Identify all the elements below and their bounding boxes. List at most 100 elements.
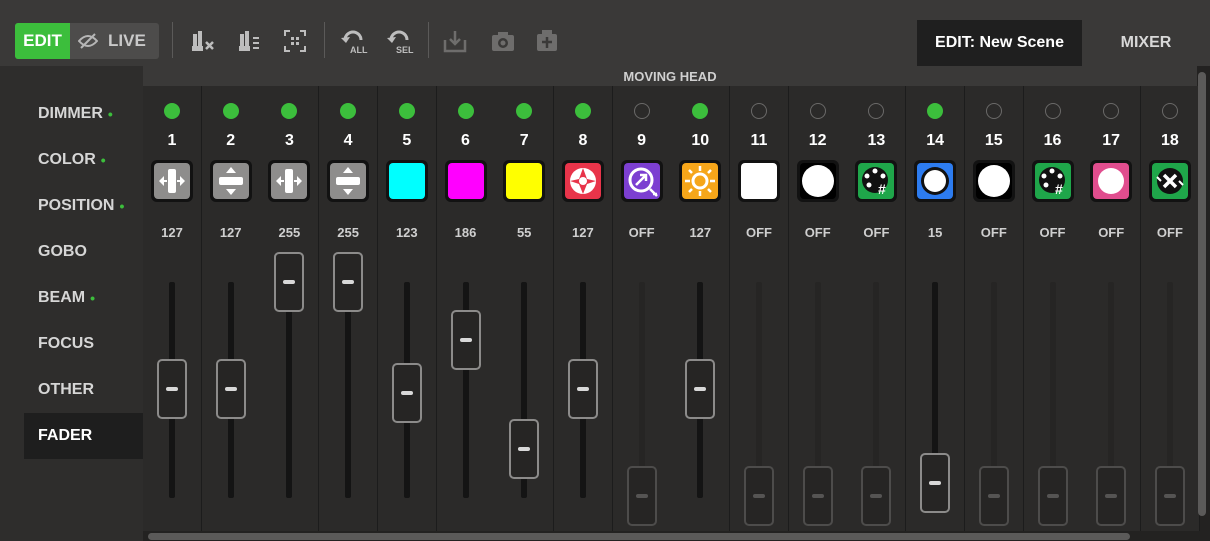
fader-handle[interactable] <box>567 359 598 419</box>
shutter-icon[interactable] <box>561 160 604 202</box>
reset-selected-icon[interactable]: SEL <box>383 26 419 56</box>
yellow-swatch-icon[interactable] <box>503 160 546 202</box>
fader-handle[interactable] <box>157 359 187 419</box>
channel-strip-17: 17 OFF <box>1082 86 1142 531</box>
channel-value: OFF <box>628 225 655 240</box>
pan-icon[interactable] <box>268 160 311 202</box>
color-wheel-icon[interactable] <box>914 160 957 202</box>
mode-toggle[interactable]: EDIT LIVE <box>15 23 159 59</box>
status-led-icon <box>164 103 180 119</box>
channel-strip-3: 3 255 <box>260 86 320 531</box>
channel-strip-11: 11 OFF <box>730 86 789 531</box>
channel-number: 4 <box>343 132 353 149</box>
tilt-fine-icon[interactable] <box>327 160 370 202</box>
cyan-swatch-icon[interactable] <box>385 160 428 202</box>
channel-strip-6: 6 186 <box>436 86 496 531</box>
channel-number: 7 <box>519 132 529 149</box>
hidden-eye-icon[interactable] <box>70 33 106 49</box>
channel-number: 5 <box>402 132 412 149</box>
pink-circle-icon[interactable] <box>1090 160 1133 202</box>
channel-value: 127 <box>219 225 242 240</box>
fader-handle[interactable] <box>333 252 364 312</box>
fader-handle[interactable] <box>978 466 1009 526</box>
channel-value: OFF <box>746 225 772 240</box>
gobo-rotate-icon[interactable] <box>1148 160 1191 202</box>
clear-selection-icon[interactable] <box>188 26 218 56</box>
channel-value: 127 <box>689 225 712 240</box>
snapshot-icon[interactable] <box>488 26 518 56</box>
palette-icon[interactable] <box>532 26 562 56</box>
sidebar-item-beam[interactable]: BEAM • <box>24 275 143 321</box>
pan-fine-icon[interactable] <box>151 160 193 202</box>
channel-strip-4: 4 255 <box>319 86 379 531</box>
sidebar-item-gobo[interactable]: GOBO <box>24 229 143 275</box>
sidebar-item-other[interactable]: OTHER <box>24 367 143 413</box>
sidebar-item-label: BEAM <box>38 289 86 306</box>
fader-handle[interactable] <box>450 309 481 370</box>
channel-value: OFF <box>1039 225 1066 240</box>
fader-track[interactable] <box>286 282 293 498</box>
fader-handle[interactable] <box>685 359 716 419</box>
fader-handle[interactable] <box>744 466 774 526</box>
attribute-sidebar: DIMMER • COLOR • POSITION • GOBO BEAM • FOCUS OTHE… <box>8 66 143 541</box>
channel-number: 13 <box>867 132 886 149</box>
zoom-icon[interactable] <box>620 160 663 202</box>
gobo-wheel-icon[interactable]: # <box>855 160 898 202</box>
active-dot-icon: • <box>107 106 113 122</box>
sidebar-item-label: POSITION <box>38 197 115 214</box>
fader-handle[interactable] <box>920 453 951 514</box>
sidebar-item-dimmer[interactable]: DIMMER • <box>24 91 143 137</box>
fader-handle[interactable] <box>1037 466 1068 526</box>
fader-handle[interactable] <box>626 466 657 526</box>
status-led-icon <box>398 103 415 119</box>
fader-handle[interactable] <box>1096 466 1127 526</box>
fader-track[interactable] <box>345 282 352 498</box>
white-circle-icon[interactable] <box>972 160 1015 202</box>
sidebar-item-label: OTHER <box>38 381 94 398</box>
white-swatch-icon[interactable] <box>738 160 780 202</box>
status-led-icon <box>516 103 533 119</box>
status-led-icon <box>927 103 944 119</box>
tab-edit-scene[interactable]: EDIT: New Scene <box>917 20 1082 66</box>
dimmer-sun-icon[interactable] <box>679 160 722 202</box>
channel-strip-1: 1 127 <box>143 86 202 531</box>
sidebar-item-color[interactable]: COLOR • <box>24 137 143 183</box>
white-circle-icon[interactable] <box>796 160 839 202</box>
channel-value: 255 <box>278 225 301 240</box>
fader-handle[interactable] <box>215 359 246 419</box>
tilt-icon[interactable] <box>209 160 252 202</box>
fader-handle[interactable] <box>509 418 540 479</box>
horizontal-scrollbar[interactable] <box>148 533 1130 540</box>
tab-mixer[interactable]: MIXER <box>1082 20 1210 66</box>
fader-handle[interactable] <box>1154 466 1185 526</box>
channel-number: 9 <box>637 132 647 149</box>
sidebar-item-label: DIMMER <box>38 105 103 122</box>
vertical-scrollbar[interactable] <box>1198 72 1206 516</box>
sidebar-item-focus[interactable]: FOCUS <box>24 321 143 367</box>
svg-text:#: # <box>1055 181 1063 197</box>
toolbar-divider <box>324 22 325 58</box>
channel-value: 186 <box>454 225 477 240</box>
magenta-swatch-icon[interactable] <box>444 160 487 202</box>
fader-handle[interactable] <box>391 363 422 424</box>
select-group-icon[interactable] <box>280 26 310 56</box>
channel-number: 8 <box>578 132 588 149</box>
fader-handle[interactable] <box>802 466 833 526</box>
edit-mode-button[interactable]: EDIT <box>15 23 70 59</box>
toolbar-divider <box>172 22 173 58</box>
channel-number: 17 <box>1102 132 1121 149</box>
import-icon[interactable] <box>440 26 470 56</box>
status-led-icon <box>281 103 298 119</box>
highlight-icon[interactable] <box>235 26 265 56</box>
sidebar-item-label: FADER <box>38 427 93 444</box>
channel-value: 55 <box>516 225 532 240</box>
gobo-wheel-2-icon[interactable]: # <box>1031 160 1074 202</box>
sidebar-item-label: FOCUS <box>38 335 94 352</box>
reset-all-icon[interactable]: ALL <box>337 26 373 56</box>
fader-handle[interactable] <box>274 252 305 312</box>
live-mode-button[interactable]: LIVE <box>106 31 146 51</box>
fader-handle[interactable] <box>861 466 892 526</box>
sidebar-item-fader[interactable]: FADER <box>24 413 143 459</box>
channel-strip-12: 12 OFF <box>788 86 848 531</box>
sidebar-item-position[interactable]: POSITION • <box>24 183 143 229</box>
